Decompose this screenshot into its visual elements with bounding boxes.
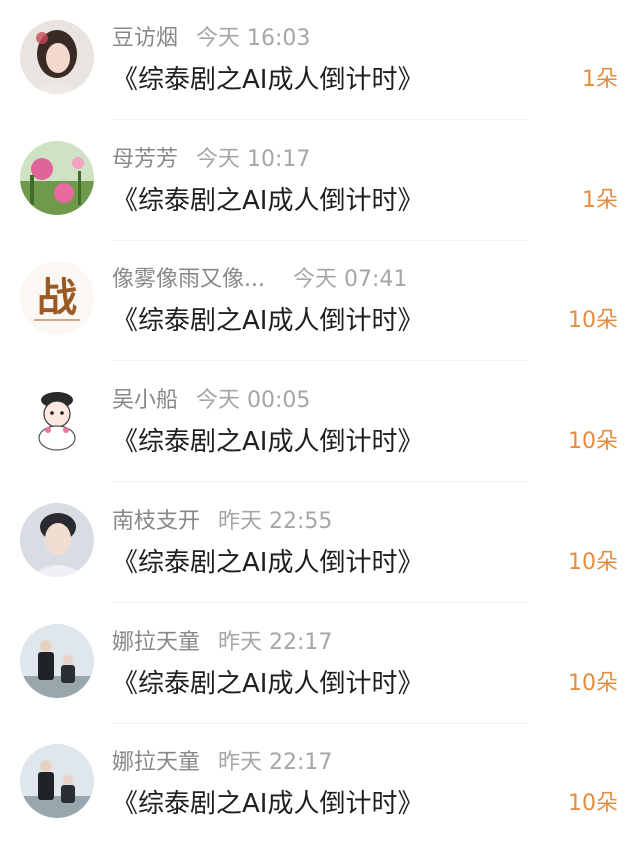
sender-name[interactable]: 母芳芳 <box>112 147 178 172</box>
divider <box>112 481 528 482</box>
avatar[interactable] <box>20 141 94 215</box>
flower-count: 1朵 <box>582 188 618 213</box>
sender-name[interactable]: 像雾像雨又像... <box>112 267 265 292</box>
list-item[interactable]: 母芳芳 今天 10:17 《综泰剧之AI成人倒计时》 1朵 <box>0 121 640 241</box>
sent-time: 今天 07:41 <box>292 267 408 292</box>
flower-count: 1朵 <box>582 67 618 92</box>
sender-name[interactable]: 吴小船 <box>112 388 178 413</box>
flower-count: 10朵 <box>568 671 618 696</box>
sent-time: 昨天 22:17 <box>218 750 333 775</box>
sender-info: 母芳芳 今天 10:17 <box>112 145 310 175</box>
list-item[interactable]: 战 像雾像雨又像... 今天 07:41 《综泰剧之AI成人倒计时》 10朵 <box>0 241 640 361</box>
avatar[interactable] <box>20 624 94 698</box>
flower-count: 10朵 <box>568 308 618 333</box>
gift-title[interactable]: 《综泰剧之AI成人倒计时》 <box>112 545 423 581</box>
avatar[interactable] <box>20 20 94 94</box>
sent-time: 今天 10:17 <box>196 147 311 172</box>
avatar[interactable] <box>20 503 94 577</box>
cartoon-character-avatar-icon <box>20 382 94 456</box>
sender-name[interactable]: 娜拉天童 <box>112 750 200 775</box>
sender-info: 娜拉天童 昨天 22:17 <box>112 748 332 778</box>
pink-flowers-avatar-icon <box>20 141 94 215</box>
calligraphy-zhan-avatar-icon: 战 <box>20 261 94 335</box>
sent-time: 昨天 22:17 <box>218 630 333 655</box>
avatar[interactable] <box>20 744 94 818</box>
avatar[interactable] <box>20 382 94 456</box>
divider <box>112 119 528 120</box>
sender-info: 南枝支开 昨天 22:55 <box>112 507 332 537</box>
avatar[interactable]: 战 <box>20 261 94 335</box>
list-item[interactable]: 豆访烟 今天 16:03 《综泰剧之AI成人倒计时》 1朵 <box>0 0 640 120</box>
sender-name[interactable]: 南枝支开 <box>112 509 200 534</box>
two-people-avatar-icon <box>20 624 94 698</box>
list-item[interactable]: 南枝支开 昨天 22:55 《综泰剧之AI成人倒计时》 10朵 <box>0 483 640 603</box>
list-item[interactable]: 吴小船 今天 00:05 《综泰剧之AI成人倒计时》 10朵 <box>0 362 640 482</box>
sent-time: 今天 00:05 <box>196 388 311 413</box>
divider <box>112 602 528 603</box>
gift-title[interactable]: 《综泰剧之AI成人倒计时》 <box>112 62 423 98</box>
gift-title[interactable]: 《综泰剧之AI成人倒计时》 <box>112 183 423 219</box>
sender-name[interactable]: 娜拉天童 <box>112 630 200 655</box>
gift-title[interactable]: 《综泰剧之AI成人倒计时》 <box>112 424 423 460</box>
sender-info: 吴小船 今天 00:05 <box>112 386 310 416</box>
divider <box>112 360 528 361</box>
flower-count: 10朵 <box>568 791 618 816</box>
girl-portrait-avatar-icon <box>20 20 94 94</box>
gift-title[interactable]: 《综泰剧之AI成人倒计时》 <box>112 786 423 822</box>
sender-name[interactable]: 豆访烟 <box>112 26 178 51</box>
young-man-portrait-avatar-icon <box>20 503 94 577</box>
sender-info: 豆访烟 今天 16:03 <box>112 24 310 54</box>
sent-time: 今天 16:03 <box>196 26 311 51</box>
list-item[interactable]: 娜拉天童 昨天 22:17 《综泰剧之AI成人倒计时》 10朵 <box>0 604 640 724</box>
sent-time: 昨天 22:55 <box>218 509 333 534</box>
sender-info: 像雾像雨又像... 今天 07:41 <box>112 265 407 295</box>
sender-info: 娜拉天童 昨天 22:17 <box>112 628 332 658</box>
flower-count: 10朵 <box>568 429 618 454</box>
gift-record-list: 豆访烟 今天 16:03 《综泰剧之AI成人倒计时》 1朵 母芳芳 今天 10:17… <box>0 0 640 839</box>
avatar-zhan-glyph: 战 <box>37 274 77 321</box>
gift-title[interactable]: 《综泰剧之AI成人倒计时》 <box>112 303 423 339</box>
list-item[interactable]: 娜拉天童 昨天 22:17 《综泰剧之AI成人倒计时》 10朵 <box>0 724 640 844</box>
two-people-avatar-icon <box>20 744 94 818</box>
flower-count: 10朵 <box>568 550 618 575</box>
gift-title[interactable]: 《综泰剧之AI成人倒计时》 <box>112 666 423 702</box>
